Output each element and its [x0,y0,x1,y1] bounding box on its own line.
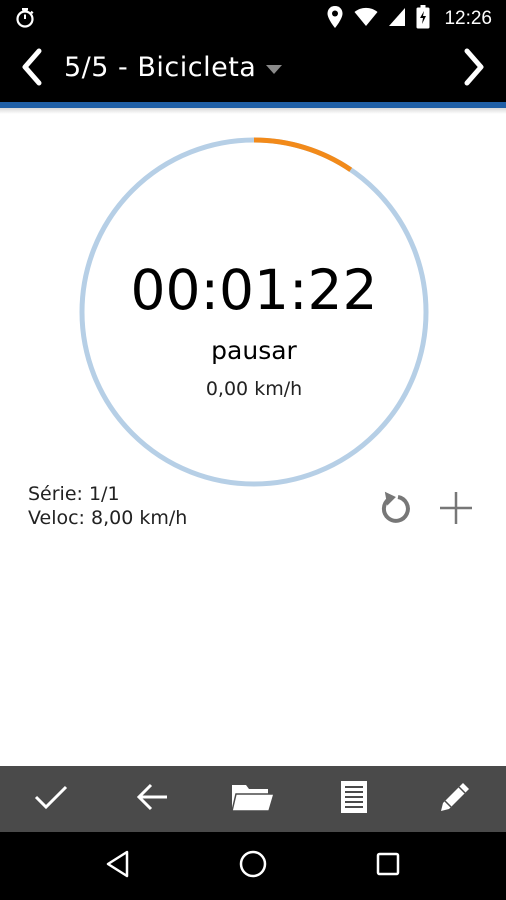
header-shadow [0,108,506,114]
status-time: 12:26 [444,8,492,29]
elapsed-time: 00:01:22 [130,258,378,322]
folder-icon [231,781,275,817]
app-screen: 12:26 5/5 - Bicicleta 00:01:22 pausar 0,… [0,0,506,900]
back-arrow-icon [135,782,169,816]
chevron-left-icon [20,48,44,90]
current-speed: 0,00 km/h [205,378,303,400]
exercise-title: 5/5 - Bicicleta [64,52,257,83]
stopwatch-icon [14,8,36,33]
home-circle-icon [238,849,268,883]
pause-button[interactable]: pausar [78,336,430,365]
wifi-icon [354,7,378,31]
document-icon [340,780,368,818]
speed-label: Veloc: 8,00 km/h [28,507,188,529]
pencil-icon [437,779,473,819]
chevron-right-icon [462,48,486,90]
confirm-button[interactable] [23,771,79,827]
folder-button[interactable] [225,771,281,827]
add-series-button[interactable] [436,488,476,528]
battery-charging-icon [416,5,430,33]
caret-down-icon [266,60,283,79]
recents-square-icon [375,851,401,881]
edit-button[interactable] [427,771,483,827]
signal-icon [388,7,406,31]
reset-icon [376,491,416,532]
exercise-info: Série: 1/1 Veloc: 8,00 km/h [28,482,187,530]
exercise-selector[interactable]: 5/5 - Bicicleta [64,52,283,83]
bottom-toolbar [0,766,506,832]
system-recents-button[interactable] [360,838,416,894]
status-bar: 12:26 [0,0,506,36]
back-button[interactable] [124,771,180,827]
location-icon [326,5,344,33]
plus-icon [436,492,476,532]
system-back-button[interactable] [90,838,146,894]
system-navigation-bar [0,832,506,900]
previous-exercise-button[interactable] [12,48,52,90]
timer-dial: 00:01:22 pausar 0,00 km/h [78,136,430,488]
system-home-button[interactable] [225,838,281,894]
document-button[interactable] [326,771,382,827]
check-icon [34,784,68,814]
exercise-header: 5/5 - Bicicleta [0,36,506,102]
series-label: Série: 1/1 [28,483,120,505]
reset-button[interactable] [376,488,416,528]
back-triangle-icon [105,850,131,882]
next-exercise-button[interactable] [454,48,494,90]
